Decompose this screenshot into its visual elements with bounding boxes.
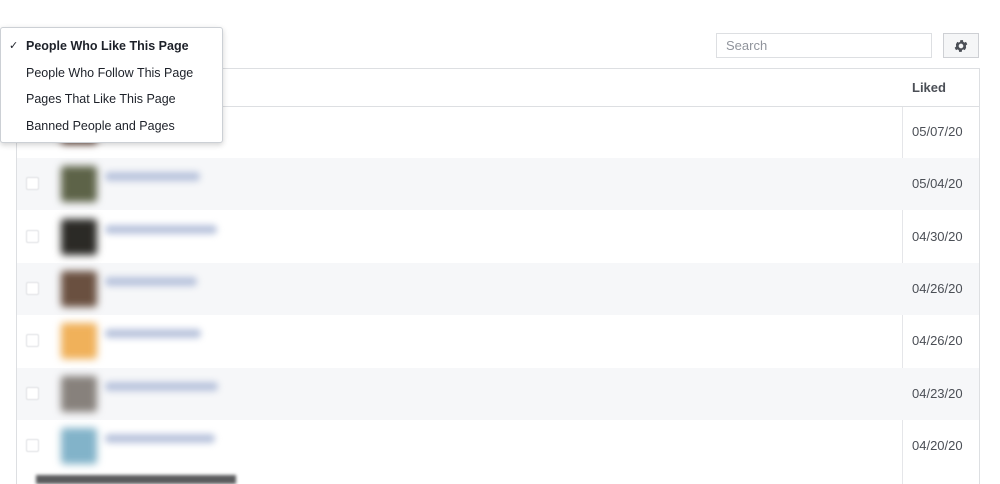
liked-date: 04/20/20 bbox=[912, 437, 963, 453]
table-row: 04/26/20 bbox=[17, 262, 979, 315]
avatar[interactable] bbox=[61, 427, 97, 464]
row-checkbox[interactable] bbox=[26, 386, 39, 400]
menu-item-label: Banned People and Pages bbox=[26, 118, 175, 133]
table-row: 04/23/20 bbox=[17, 367, 979, 420]
table-row: 04/20/20 bbox=[17, 420, 979, 472]
menu-item-pages-that-like[interactable]: Pages That Like This Page bbox=[1, 86, 222, 113]
menu-item-label: People Who Follow This Page bbox=[26, 65, 194, 80]
avatar[interactable] bbox=[61, 323, 97, 360]
gear-icon bbox=[954, 39, 968, 52]
avatar[interactable] bbox=[61, 375, 97, 412]
table-row: 04/26/20 bbox=[17, 315, 979, 367]
profile-name-link[interactable] bbox=[105, 329, 201, 339]
menu-item-label: Pages That Like This Page bbox=[26, 92, 176, 106]
menu-item-people-who-follow[interactable]: People Who Follow This Page bbox=[1, 60, 222, 87]
row-checkbox[interactable] bbox=[26, 334, 39, 348]
table-row: 05/04/20 bbox=[17, 158, 979, 211]
row-checkbox[interactable] bbox=[26, 229, 39, 243]
table-row: 04/30/20 bbox=[17, 211, 979, 263]
avatar[interactable] bbox=[61, 270, 97, 307]
liked-date: 04/26/20 bbox=[912, 280, 963, 296]
avatar[interactable] bbox=[61, 218, 97, 255]
liked-date: 05/07/20 bbox=[912, 124, 963, 139]
settings-button[interactable] bbox=[943, 33, 979, 58]
profile-name-link[interactable] bbox=[105, 172, 200, 182]
scrollbar-thumb[interactable] bbox=[36, 475, 236, 484]
page-likes-panel: Liked 05/07/20 05/04/20 04/30/20 04/26/20 04… bbox=[0, 0, 1000, 484]
profile-name-link[interactable] bbox=[105, 276, 197, 286]
profile-name-link[interactable] bbox=[105, 224, 217, 234]
liked-date: 04/26/20 bbox=[912, 333, 963, 349]
menu-item-label: People Who Like This Page bbox=[26, 39, 189, 53]
filter-dropdown-menu: ✓ People Who Like This Page People Who F… bbox=[0, 27, 223, 143]
row-checkbox[interactable] bbox=[26, 281, 39, 295]
liked-column-header[interactable]: Liked bbox=[912, 69, 946, 106]
avatar[interactable] bbox=[61, 166, 97, 203]
liked-date: 04/23/20 bbox=[912, 385, 963, 401]
profile-name-link[interactable] bbox=[105, 381, 218, 391]
menu-item-people-who-like[interactable]: ✓ People Who Like This Page bbox=[1, 33, 222, 60]
menu-item-banned[interactable]: Banned People and Pages bbox=[1, 113, 222, 140]
profile-name-link[interactable] bbox=[105, 433, 215, 443]
liked-date: 05/04/20 bbox=[912, 176, 963, 192]
checkmark-icon: ✓ bbox=[9, 40, 19, 52]
liked-date: 04/30/20 bbox=[912, 228, 963, 244]
row-checkbox[interactable] bbox=[26, 438, 39, 452]
row-checkbox[interactable] bbox=[26, 177, 39, 191]
search-input[interactable] bbox=[716, 33, 932, 58]
